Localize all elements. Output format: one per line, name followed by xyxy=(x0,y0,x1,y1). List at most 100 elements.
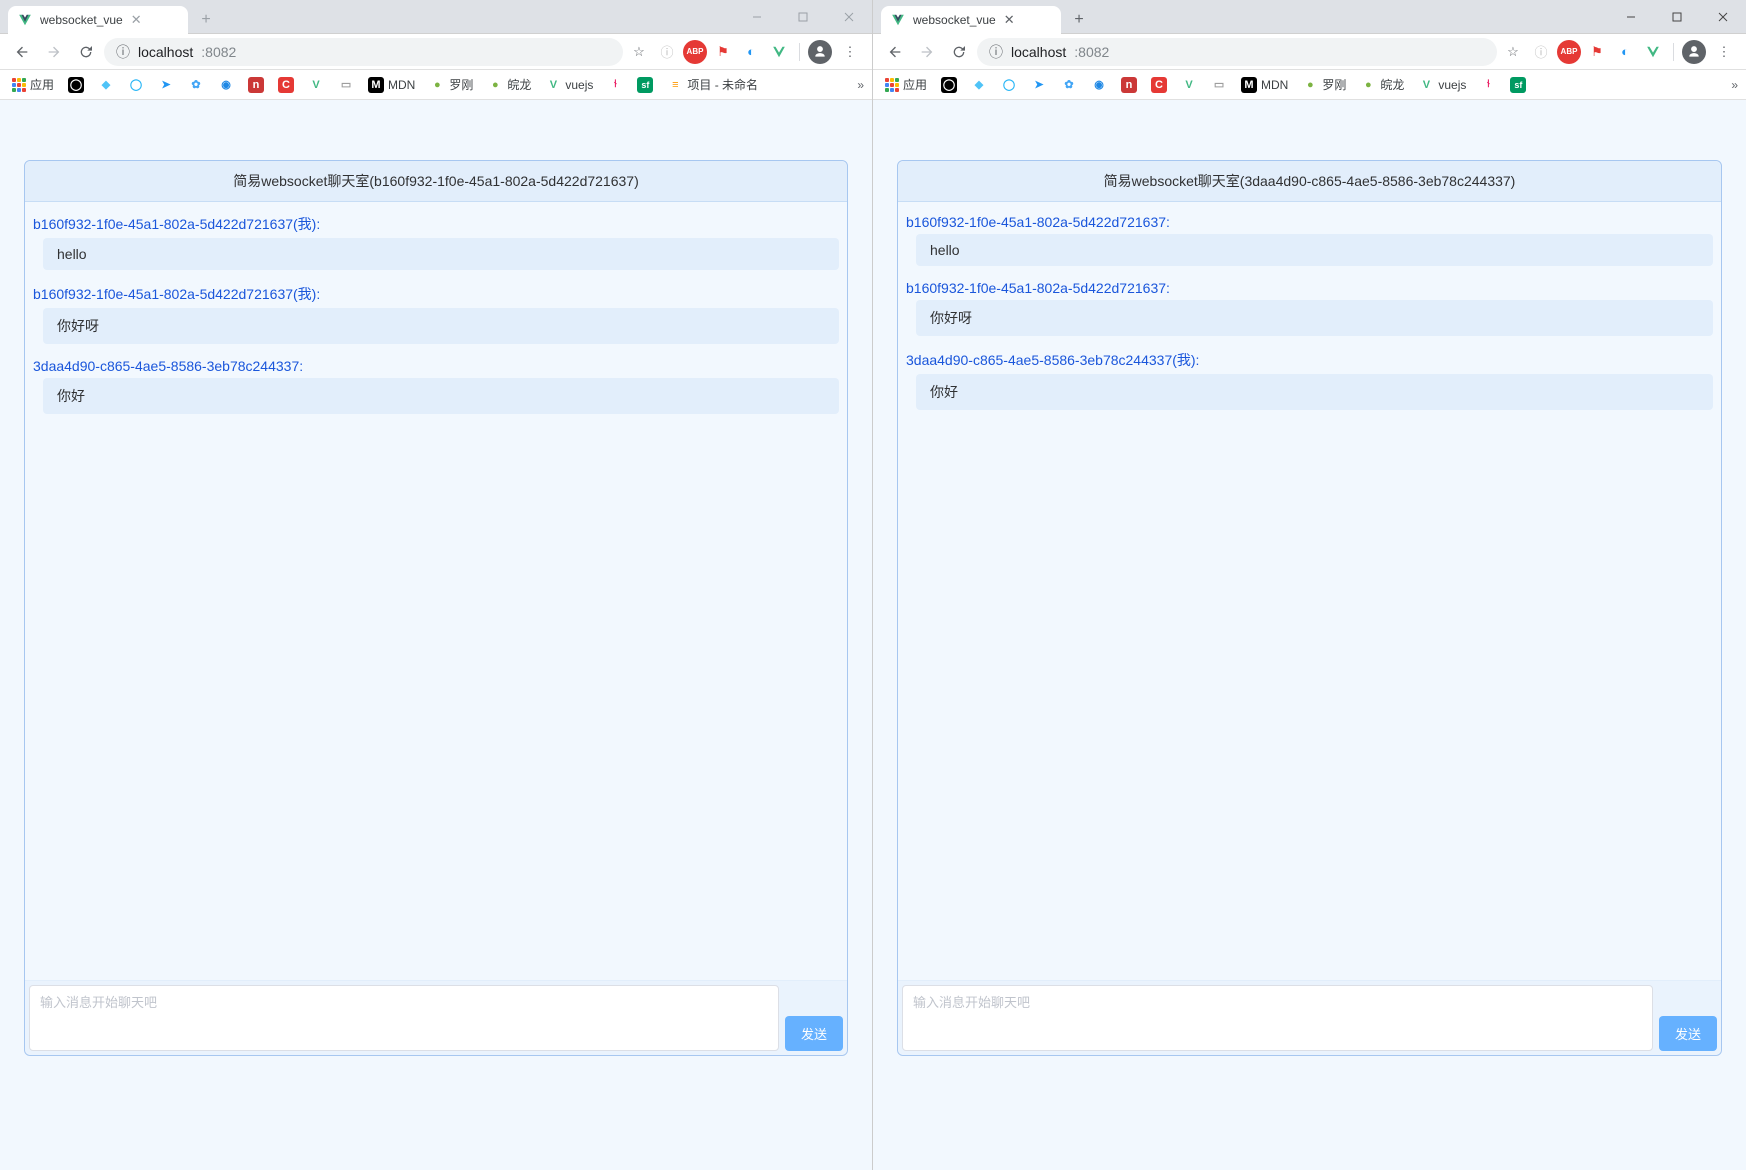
new-tab-button[interactable]: + xyxy=(194,8,218,32)
bookmark-diamond[interactable]: ◆ xyxy=(94,75,118,95)
browser-tab[interactable]: websocket_vue ✕ xyxy=(8,6,188,34)
bookmark-ring[interactable]: ◯ xyxy=(124,75,148,95)
bookmark-vue[interactable]: V xyxy=(304,75,328,95)
browser-tab[interactable]: websocket_vue ✕ xyxy=(881,6,1061,34)
info-icon[interactable]: ⓘ xyxy=(655,40,679,64)
nav-reload-button[interactable] xyxy=(945,38,973,66)
bookmark-github[interactable]: ◯ xyxy=(64,75,88,95)
apps-shortcut[interactable]: 应用 xyxy=(881,74,931,95)
bookmark-project[interactable]: ≡项目 - 未命名 xyxy=(663,74,762,95)
bookmark-target[interactable]: ◉ xyxy=(1087,75,1111,95)
menu-button[interactable]: ⋮ xyxy=(1710,38,1738,66)
abp-icon[interactable]: ABP xyxy=(683,40,707,64)
tab-close-icon[interactable]: ✕ xyxy=(131,12,142,28)
window-maximize-button[interactable] xyxy=(1654,0,1700,33)
bookmark-luogang[interactable]: ●罗刚 xyxy=(1298,74,1350,95)
bookmark-paw[interactable]: ✿ xyxy=(184,75,208,95)
bookmark-chart[interactable]: ⫮ xyxy=(1476,75,1500,95)
star-icon[interactable]: ☆ xyxy=(627,40,651,64)
bookmark-send[interactable]: ➤ xyxy=(154,75,178,95)
message-sender: 3daa4d90-c865-4ae5-8586-3eb78c244337: xyxy=(33,356,839,378)
info-icon[interactable]: ⓘ xyxy=(1529,40,1553,64)
profile-avatar[interactable] xyxy=(808,40,832,64)
bookmark-wanlong[interactable]: ●皖龙 xyxy=(1356,74,1408,95)
bookmark-vuejs[interactable]: Vvuejs xyxy=(541,75,597,95)
bookmark-paw[interactable]: ✿ xyxy=(1057,75,1081,95)
bookmark-github[interactable]: ◯ xyxy=(937,75,961,95)
globe-icon[interactable]: ◐ xyxy=(1613,40,1637,64)
abp-icon[interactable]: ABP xyxy=(1557,40,1581,64)
bookmark-npm[interactable]: n xyxy=(244,75,268,95)
omnibox[interactable]: ⓘ localhost:8082 xyxy=(104,38,623,66)
bookmark-vue[interactable]: V xyxy=(1177,75,1201,95)
bookmark-chart[interactable]: ⫮ xyxy=(603,75,627,95)
bookmark-npm[interactable]: n xyxy=(1117,75,1141,95)
chat-card: 简易websocket聊天室(3daa4d90-c865-4ae5-8586-3… xyxy=(897,160,1722,1056)
bookmark-coda[interactable]: C xyxy=(1147,75,1171,95)
profile-avatar[interactable] xyxy=(1682,40,1706,64)
message-text: 你好呀 xyxy=(43,308,839,344)
bookmark-page[interactable]: ▭ xyxy=(334,75,358,95)
bookmark-luogang[interactable]: ●罗刚 xyxy=(425,74,477,95)
vue-favicon-icon xyxy=(18,13,32,27)
window-controls xyxy=(1608,0,1746,33)
apps-shortcut[interactable]: 应用 xyxy=(8,74,58,95)
bookmark-coda[interactable]: C xyxy=(274,75,298,95)
star-icon[interactable]: ☆ xyxy=(1501,40,1525,64)
window-close-button[interactable] xyxy=(1700,0,1746,33)
nav-forward-button[interactable] xyxy=(40,38,68,66)
url-host: localhost xyxy=(138,44,193,60)
bookmark-page[interactable]: ▭ xyxy=(1207,75,1231,95)
bookmark-mdn[interactable]: MMDN xyxy=(364,75,419,95)
site-info-icon[interactable]: ⓘ xyxy=(116,42,130,62)
send-button[interactable]: 发送 xyxy=(1659,1016,1717,1051)
nav-back-button[interactable] xyxy=(8,38,36,66)
dual-window-container: websocket_vue ✕ + ⓘ localhost:8082 ☆ ⓘ A… xyxy=(0,0,1746,1170)
bookmarks-bar: 应用 ◯ ◆ ◯ ➤ ✿ ◉ n C V ▭ MMDN ●罗刚 ●皖龙 Vvue… xyxy=(0,70,872,100)
bookmark-vuejs[interactable]: Vvuejs xyxy=(1414,75,1470,95)
message-sender: b160f932-1f0e-45a1-802a-5d422d721637: xyxy=(906,278,1713,300)
bookmarks-bar: 应用 ◯ ◆ ◯ ➤ ✿ ◉ n C V ▭ MMDN ●罗刚 ●皖龙 Vvue… xyxy=(873,70,1746,100)
vue-favicon-icon xyxy=(891,13,905,27)
globe-icon[interactable]: ◐ xyxy=(739,40,763,64)
bookmark-sf[interactable]: sf xyxy=(1506,75,1530,95)
nav-forward-button[interactable] xyxy=(913,38,941,66)
bookmark-sf[interactable]: sf xyxy=(633,75,657,95)
bookmarks-overflow-button[interactable]: » xyxy=(857,78,864,92)
message-input[interactable] xyxy=(29,985,779,1051)
tab-close-icon[interactable]: ✕ xyxy=(1004,12,1015,28)
window-controls xyxy=(734,0,872,33)
window-minimize-button[interactable] xyxy=(1608,0,1654,33)
flag-icon[interactable]: ⚑ xyxy=(711,40,735,64)
message-list: b160f932-1f0e-45a1-802a-5d422d721637: he… xyxy=(898,202,1721,980)
bookmark-wanlong[interactable]: ●皖龙 xyxy=(483,74,535,95)
flag-icon[interactable]: ⚑ xyxy=(1585,40,1609,64)
page-content: 简易websocket聊天室(3daa4d90-c865-4ae5-8586-3… xyxy=(873,100,1746,1170)
bookmark-target[interactable]: ◉ xyxy=(214,75,238,95)
bookmark-ring[interactable]: ◯ xyxy=(997,75,1021,95)
bookmark-diamond[interactable]: ◆ xyxy=(967,75,991,95)
window-close-button[interactable] xyxy=(826,0,872,33)
vue-ext-icon[interactable] xyxy=(1641,40,1665,64)
bookmark-send[interactable]: ➤ xyxy=(1027,75,1051,95)
bookmarks-overflow-button[interactable]: » xyxy=(1731,78,1738,92)
apps-icon xyxy=(12,78,26,92)
chat-message: b160f932-1f0e-45a1-802a-5d422d721637(我):… xyxy=(29,276,843,350)
new-tab-button[interactable]: + xyxy=(1067,8,1091,32)
site-info-icon[interactable]: ⓘ xyxy=(989,42,1003,62)
window-minimize-button[interactable] xyxy=(734,0,780,33)
nav-reload-button[interactable] xyxy=(72,38,100,66)
message-input[interactable] xyxy=(902,985,1653,1051)
bookmark-mdn[interactable]: MMDN xyxy=(1237,75,1292,95)
vue-ext-icon[interactable] xyxy=(767,40,791,64)
toolbar-divider xyxy=(1673,43,1674,61)
omnibox[interactable]: ⓘ localhost:8082 xyxy=(977,38,1497,66)
nav-back-button[interactable] xyxy=(881,38,909,66)
send-button[interactable]: 发送 xyxy=(785,1016,843,1051)
tab-strip: websocket_vue ✕ + xyxy=(873,0,1608,33)
toolbar-divider xyxy=(799,43,800,61)
window-maximize-button[interactable] xyxy=(780,0,826,33)
url-host: localhost xyxy=(1011,44,1066,60)
menu-button[interactable]: ⋮ xyxy=(836,38,864,66)
message-text: 你好 xyxy=(916,374,1713,410)
